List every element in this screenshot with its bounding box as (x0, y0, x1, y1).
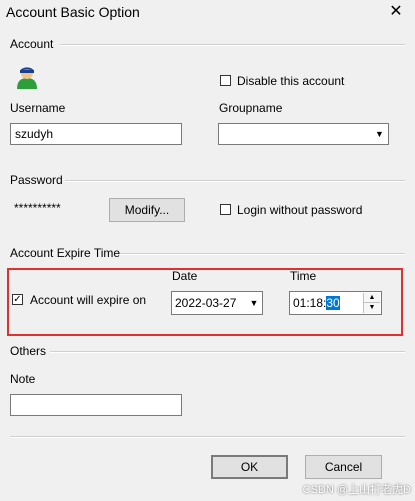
login-without-password-checkbox[interactable] (220, 204, 231, 215)
expire-separator (120, 253, 405, 255)
username-field[interactable]: szudyh (10, 123, 182, 145)
close-button[interactable]: ✕ (386, 2, 406, 22)
account-separator (60, 44, 405, 46)
time-value-prefix: 01:18: (293, 296, 327, 310)
password-section-label: Password (10, 173, 63, 187)
time-spinner[interactable]: ▲ ▼ (363, 293, 380, 313)
spin-up-icon[interactable]: ▲ (364, 293, 380, 303)
password-masked: ********** (14, 201, 61, 215)
date-label: Date (172, 269, 198, 283)
close-icon: ✕ (389, 3, 403, 20)
ok-button[interactable]: OK (211, 455, 288, 479)
date-picker[interactable]: 2022-03-27 ▼ (171, 291, 263, 315)
time-picker[interactable]: 01:18:30 ▲ ▼ (289, 291, 382, 315)
others-section-label: Others (10, 344, 47, 358)
check-icon: ✓ (13, 294, 22, 305)
date-dropdown-button[interactable]: ▼ (247, 294, 261, 312)
login-without-password-label: Login without password (237, 203, 363, 217)
date-value: 2022-03-27 (175, 296, 237, 310)
note-field[interactable] (10, 394, 182, 416)
spin-down-icon[interactable]: ▼ (364, 303, 380, 313)
others-separator (50, 351, 405, 353)
cancel-button[interactable]: Cancel (305, 455, 382, 479)
note-label: Note (10, 372, 36, 386)
time-value-selected[interactable]: 30 (326, 296, 340, 310)
groupname-label: Groupname (219, 101, 283, 115)
chevron-down-icon: ▼ (249, 298, 259, 308)
chevron-down-icon: ▼ (375, 129, 384, 139)
window-title: Account Basic Option (6, 4, 140, 20)
footer-separator (10, 436, 405, 438)
expire-checkbox-label: Account will expire on (30, 293, 147, 307)
username-label: Username (10, 101, 66, 115)
account-section-label: Account (10, 37, 54, 51)
groupname-select[interactable]: ▼ (218, 123, 389, 145)
expire-checkbox[interactable]: ✓ (12, 294, 23, 305)
disable-account-label: Disable this account (237, 74, 345, 88)
user-icon (14, 63, 40, 89)
disable-account-checkbox[interactable] (220, 75, 231, 86)
expire-section-label: Account Expire Time (10, 246, 121, 260)
watermark: CSDN @上山打老虎D (302, 484, 411, 496)
time-label: Time (290, 269, 317, 283)
groupname-dropdown-button[interactable]: ▼ (372, 125, 387, 143)
password-separator (65, 180, 405, 182)
modify-password-button[interactable]: Modify... (109, 198, 185, 222)
